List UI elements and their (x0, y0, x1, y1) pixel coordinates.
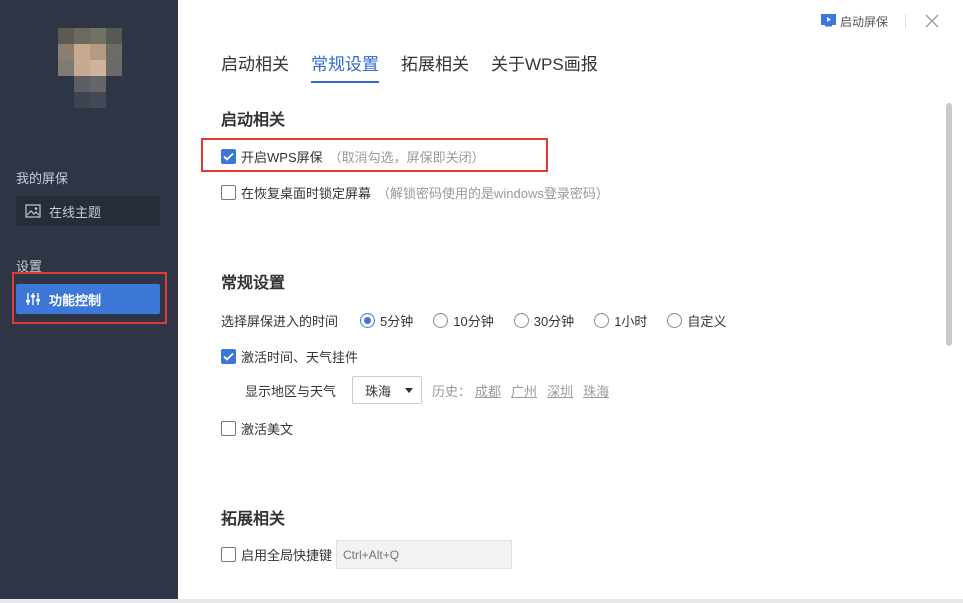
image-icon (25, 203, 41, 219)
region-select[interactable]: 珠海 (352, 376, 423, 404)
weather-widget-row: 激活时间、天气挂件 (221, 347, 358, 366)
time-option-label: 30分钟 (533, 314, 575, 329)
main-panel: 启动屏保 启动相关 常规设置 拓展相关 关于WPS画报 启动相关 开启WPS屏保… (178, 0, 963, 603)
lock-screen-checkbox[interactable] (221, 185, 236, 200)
sidebar-item-function-control[interactable]: 功能控制 (16, 284, 160, 314)
radio-button[interactable] (594, 313, 610, 328)
lock-screen-row: 在恢复桌面时锁定屏幕 （解锁密码使用的是windows登录密码） (221, 183, 609, 202)
article-label[interactable]: 激活美文 (241, 419, 293, 438)
sidebar-item-label: 功能控制 (49, 292, 102, 308)
hotkey-input[interactable] (336, 540, 513, 569)
weather-widget-label[interactable]: 激活时间、天气挂件 (241, 347, 358, 366)
sidebar-item-label: 在线主题 (49, 204, 102, 220)
hotkey-label[interactable]: 启用全局快捷键 (241, 545, 332, 564)
tab-extension[interactable]: 拓展相关 (401, 50, 469, 83)
tab-general[interactable]: 常规设置 (311, 50, 379, 83)
time-option-1hour[interactable]: 1小时 (594, 311, 647, 330)
launch-label: 启动屏保 (839, 15, 888, 29)
chevron-down-icon (405, 387, 414, 393)
close-button[interactable] (924, 13, 940, 29)
check-icon (223, 352, 234, 361)
history-label: 历史： (432, 383, 472, 399)
enable-screensaver-hint: （取消勾选，屏保即关闭） (328, 150, 485, 165)
time-option-5min[interactable]: 5分钟 (360, 311, 413, 330)
article-row: 激活美文 (221, 419, 293, 438)
avatar[interactable] (58, 28, 122, 120)
sidebar: 我的屏保 在线主题 设置 功能控制 (0, 0, 178, 603)
topbar-divider (905, 14, 906, 28)
article-checkbox[interactable] (221, 421, 236, 436)
enable-screensaver-row: 开启WPS屏保 （取消勾选，屏保即关闭） (221, 147, 485, 166)
tab-bar: 启动相关 常规设置 拓展相关 关于WPS画报 (221, 50, 620, 83)
time-option-10min[interactable]: 10分钟 (433, 311, 494, 330)
weather-widget-checkbox[interactable] (221, 349, 236, 364)
lock-screen-hint: （解锁密码使用的是windows登录密码） (377, 186, 609, 201)
enable-screensaver-label[interactable]: 开启WPS屏保 (241, 147, 323, 166)
history-link-chengdu[interactable]: 成都 (475, 381, 501, 400)
my-screensaver-label: 我的屏保 (16, 171, 69, 186)
general-section-title: 常规设置 (221, 275, 286, 292)
check-icon (223, 152, 234, 161)
radio-button[interactable] (360, 313, 376, 328)
time-option-30min[interactable]: 30分钟 (513, 311, 575, 330)
tab-startup[interactable]: 启动相关 (221, 50, 289, 83)
startup-section-title: 启动相关 (221, 112, 286, 129)
hotkey-checkbox[interactable] (221, 547, 236, 562)
scrollbar-thumb[interactable] (946, 103, 952, 346)
monitor-play-icon (820, 13, 836, 30)
history-link-guangzhou[interactable]: 广州 (511, 381, 537, 400)
radio-button[interactable] (433, 313, 449, 328)
time-option-label: 自定义 (687, 314, 727, 329)
bottom-edge (0, 599, 963, 603)
time-option-label: 5分钟 (380, 314, 414, 329)
lock-screen-label[interactable]: 在恢复桌面时锁定屏幕 (241, 183, 371, 202)
screensaver-time-label: 选择屏保进入的时间 (221, 314, 339, 329)
sliders-icon (25, 291, 41, 307)
launch-screensaver-button[interactable]: 启动屏保 (820, 13, 888, 30)
close-icon (925, 14, 939, 28)
extension-section-title: 拓展相关 (221, 511, 286, 528)
hotkey-row: 启用全局快捷键 (221, 540, 513, 569)
time-option-label: 1小时 (614, 314, 648, 329)
tab-about[interactable]: 关于WPS画报 (491, 50, 598, 83)
time-option-custom[interactable]: 自定义 (667, 311, 726, 330)
sidebar-item-online-theme[interactable]: 在线主题 (16, 196, 160, 226)
radio-button[interactable] (513, 313, 529, 328)
region-label: 显示地区与天气 (245, 383, 337, 399)
settings-label: 设置 (16, 259, 43, 274)
region-select-value: 珠海 (365, 383, 392, 399)
region-row: 显示地区与天气 珠海 历史： 成都 广州 深圳 珠海 (245, 376, 619, 404)
time-option-label: 10分钟 (453, 314, 494, 329)
history-link-zhuhai[interactable]: 珠海 (583, 381, 609, 400)
radio-button[interactable] (667, 313, 683, 328)
screensaver-time-row: 选择屏保进入的时间 5分钟 10分钟 30分钟 1小时 自定义 (221, 311, 746, 330)
history-link-shenzhen[interactable]: 深圳 (547, 381, 573, 400)
enable-screensaver-checkbox[interactable] (221, 149, 236, 164)
